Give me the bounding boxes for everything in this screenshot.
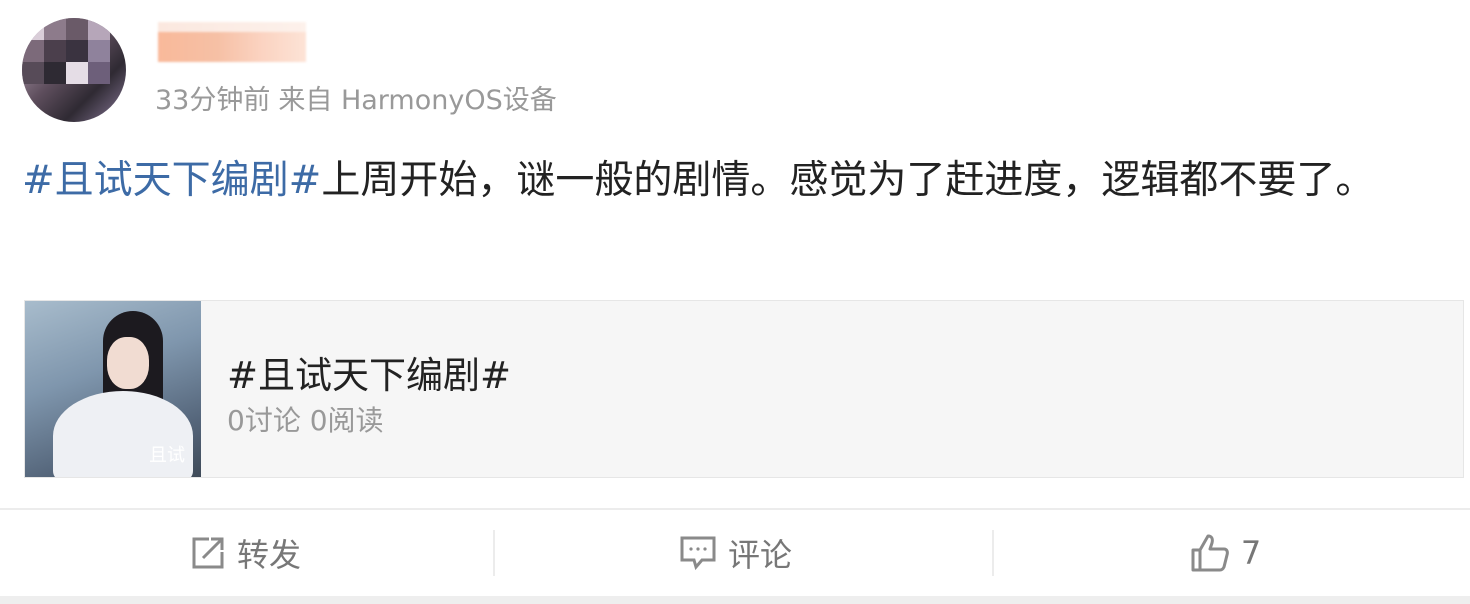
hashtag-link[interactable]: #且试天下编剧# — [22, 158, 321, 203]
comment-label: 评论 — [727, 536, 792, 574]
thumb-figure-face — [107, 337, 149, 389]
post-time: 33分钟前 — [155, 85, 271, 116]
like-count: 7 — [1240, 534, 1262, 572]
thumbs-up-icon — [1189, 532, 1231, 574]
like-button[interactable]: 7 — [980, 510, 1470, 596]
topic-thumbnail: 且试 — [25, 301, 201, 477]
action-separator — [493, 530, 495, 576]
thumb-caption: 且试 — [149, 445, 185, 466]
repost-label: 转发 — [236, 536, 301, 574]
share-square-icon — [189, 534, 227, 572]
post-bottom-divider — [0, 596, 1470, 604]
action-separator — [992, 530, 994, 576]
comment-button[interactable]: 评论 — [490, 510, 980, 596]
post-source: 来自 HarmonyOS设备 — [278, 85, 557, 116]
avatar[interactable] — [22, 18, 126, 122]
action-bar: 转发 评论 7 — [0, 510, 1470, 596]
topic-card-title[interactable]: #且试天下编剧# — [227, 345, 511, 399]
repost-button[interactable]: 转发 — [0, 510, 490, 596]
username-blurred[interactable] — [158, 22, 306, 62]
topic-card-stats: 0讨论 0阅读 — [227, 404, 384, 437]
post-body-text: 上周开始，谜一般的剧情。感觉为了赶进度，逻辑都不要了。 — [321, 158, 1375, 203]
comment-bubble-icon — [678, 534, 718, 572]
weibo-post: 33分钟前 来自 HarmonyOS设备 #且试天下编剧#上周开始，谜一般的剧情。… — [0, 0, 1470, 604]
post-text: #且试天下编剧#上周开始，谜一般的剧情。感觉为了赶进度，逻辑都不要了。 — [22, 152, 1432, 210]
post-meta: 33分钟前 来自 HarmonyOS设备 — [155, 78, 557, 117]
topic-card[interactable]: 且试 #且试天下编剧# 0讨论 0阅读 — [24, 300, 1464, 478]
